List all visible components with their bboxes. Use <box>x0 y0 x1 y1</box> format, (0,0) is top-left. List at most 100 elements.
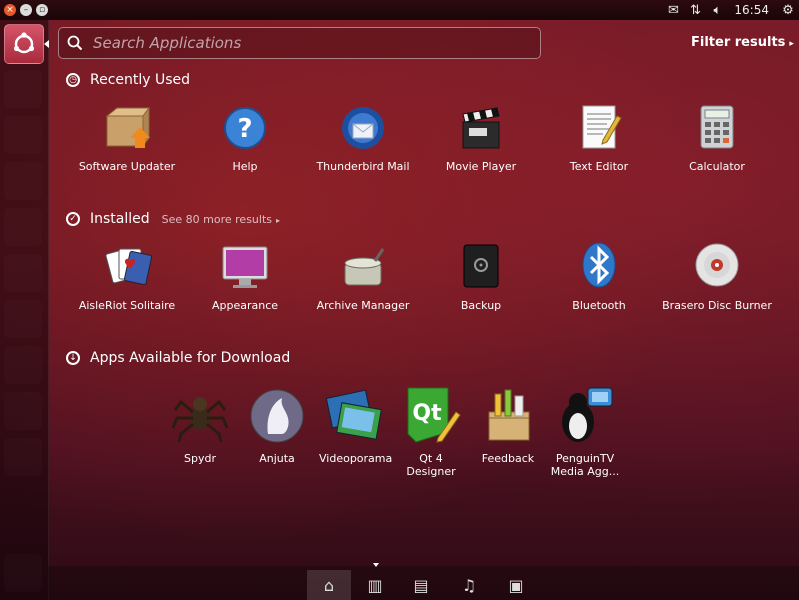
calculator-icon <box>700 105 734 149</box>
workspace-switcher-launcher-icon[interactable] <box>4 438 42 476</box>
active-indicator <box>44 40 49 48</box>
videoporama-icon <box>325 389 382 440</box>
app-label: AisleRiot Solitaire <box>78 299 176 312</box>
app-tile-spydr[interactable]: Spydr <box>165 384 235 465</box>
app-tile-thunderbird[interactable]: Thunderbird Mail <box>307 102 419 173</box>
bluetooth-icon <box>582 242 616 288</box>
app-label: Calculator <box>689 160 745 173</box>
app-tile-text-editor[interactable]: Text Editor <box>543 102 655 173</box>
filter-results-label: Filter results <box>691 35 786 50</box>
dash-home-button[interactable] <box>4 24 44 64</box>
calc-launcher-icon[interactable] <box>4 208 42 246</box>
app-label: Help <box>232 160 258 173</box>
trash-launcher-icon[interactable] <box>4 554 42 592</box>
system-settings-launcher-icon[interactable] <box>4 392 42 430</box>
applications-lens-icon[interactable]: ▥ <box>353 570 397 600</box>
app-tile-appearance[interactable]: Appearance <box>189 241 301 312</box>
app-tile-backup[interactable]: Backup <box>425 241 537 312</box>
app-tile-penguintv[interactable]: PenguinTV Media Agg... <box>550 384 620 478</box>
network-icon[interactable]: ⇅ <box>684 3 706 18</box>
category-recently-used[interactable]: ◷ Recently Used <box>66 70 190 90</box>
app-label: Bluetooth <box>572 299 626 312</box>
movie-player-icon <box>462 107 500 149</box>
spider-icon <box>171 397 229 443</box>
app-tile-qt-designer[interactable]: Qt Qt 4 Designer <box>396 384 466 478</box>
clock-icon: ◷ <box>66 73 80 87</box>
maximize-window-button[interactable]: ▫ <box>36 4 48 16</box>
ubuntu-one-launcher-icon[interactable] <box>4 346 42 384</box>
app-tile-archive-manager[interactable]: Archive Manager <box>307 241 419 312</box>
app-tile-calculator[interactable]: Calculator <box>661 102 773 173</box>
svg-text:♥: ♥ <box>124 257 137 273</box>
see-more-results-link[interactable]: See 80 more results ▸ <box>162 213 280 226</box>
category-title: Installed <box>90 211 150 227</box>
mail-icon[interactable]: ✉ <box>662 3 684 18</box>
app-tile-aisleriot-solitaire[interactable]: ♥ AisleRiot Solitaire <box>71 241 183 312</box>
app-tile-software-updater[interactable]: Software Updater <box>71 102 183 173</box>
clock[interactable]: 16:54 <box>734 3 769 17</box>
filter-results-button[interactable]: Filter results ▸ <box>691 35 794 50</box>
chevron-right-icon: ▸ <box>276 215 281 225</box>
app-label: Videoporama <box>319 452 393 465</box>
files-lens-icon[interactable]: ▤ <box>399 570 443 600</box>
app-label: Anjuta <box>259 452 295 465</box>
top-panel: × – ▫ ✉ ⇅ 🔈︎ 16:54 ⚙ <box>0 0 799 20</box>
brasero-icon <box>695 243 739 287</box>
svg-text:?: ? <box>237 114 252 144</box>
backup-icon <box>463 244 499 288</box>
text-editor-icon <box>582 105 622 149</box>
help-icon: ? <box>224 107 266 149</box>
app-label: Movie Player <box>445 160 517 173</box>
lens-active-indicator <box>373 563 379 567</box>
app-label: Appearance <box>211 299 279 312</box>
app-label: Thunderbird Mail <box>316 160 410 173</box>
app-label: Text Editor <box>569 160 629 173</box>
software-updater-icon <box>105 106 150 148</box>
launcher <box>0 20 49 600</box>
app-label: Backup <box>460 299 502 312</box>
search-icon <box>67 35 83 51</box>
volume-icon[interactable]: 🔈︎ <box>706 3 728 18</box>
svg-text:Qt: Qt <box>412 401 442 426</box>
anjuta-icon <box>250 389 304 443</box>
app-tile-feedback[interactable]: Feedback <box>473 384 543 465</box>
qt-designer-icon: Qt <box>407 387 461 443</box>
app-label: Qt 4 Designer <box>406 452 456 478</box>
video-lens-icon[interactable]: ▣ <box>494 570 538 600</box>
thunderbird-icon <box>342 107 384 149</box>
penguintv-icon <box>562 387 613 442</box>
archive-manager-icon <box>344 248 385 286</box>
category-title: Recently Used <box>90 72 191 88</box>
app-tile-bluetooth[interactable]: Bluetooth <box>543 241 655 312</box>
app-label: Brasero Disc Burner <box>662 299 772 312</box>
minimize-window-button[interactable]: – <box>20 4 32 16</box>
home-lens-icon[interactable]: ⌂ <box>307 570 351 600</box>
app-tile-videoporama[interactable]: Videoporama <box>319 384 393 465</box>
search-box[interactable] <box>58 27 541 59</box>
category-download[interactable]: ↓ Apps Available for Download <box>66 348 290 368</box>
solitaire-icon: ♥ <box>105 248 153 286</box>
app-tile-movie-player[interactable]: Movie Player <box>425 102 537 173</box>
app-label: Archive Manager <box>316 299 410 312</box>
search-input[interactable] <box>91 31 535 55</box>
gear-icon[interactable]: ⚙ <box>777 3 799 18</box>
category-title: Apps Available for Download <box>90 350 291 366</box>
feedback-icon <box>488 389 530 441</box>
files-launcher-icon[interactable] <box>4 70 42 108</box>
close-window-button[interactable]: × <box>4 4 16 16</box>
chevron-right-icon: ▸ <box>789 39 794 49</box>
app-label: Feedback <box>481 452 535 465</box>
ubuntu-logo-icon <box>13 32 35 54</box>
see-more-label: See 80 more results <box>161 212 273 226</box>
app-tile-anjuta[interactable]: Anjuta <box>242 384 312 465</box>
writer-launcher-icon[interactable] <box>4 162 42 200</box>
app-tile-help[interactable]: ? Help <box>189 102 301 173</box>
category-installed[interactable]: ✓ Installed See 80 more results ▸ <box>66 209 280 229</box>
app-tile-brasero[interactable]: Brasero Disc Burner <box>661 241 773 312</box>
impress-launcher-icon[interactable] <box>4 254 42 292</box>
firefox-launcher-icon[interactable] <box>4 116 42 154</box>
music-lens-icon[interactable]: ♫ <box>447 570 491 600</box>
app-label: PenguinTV Media Agg... <box>550 452 620 478</box>
software-center-launcher-icon[interactable] <box>4 300 42 338</box>
app-label: Spydr <box>184 452 216 465</box>
